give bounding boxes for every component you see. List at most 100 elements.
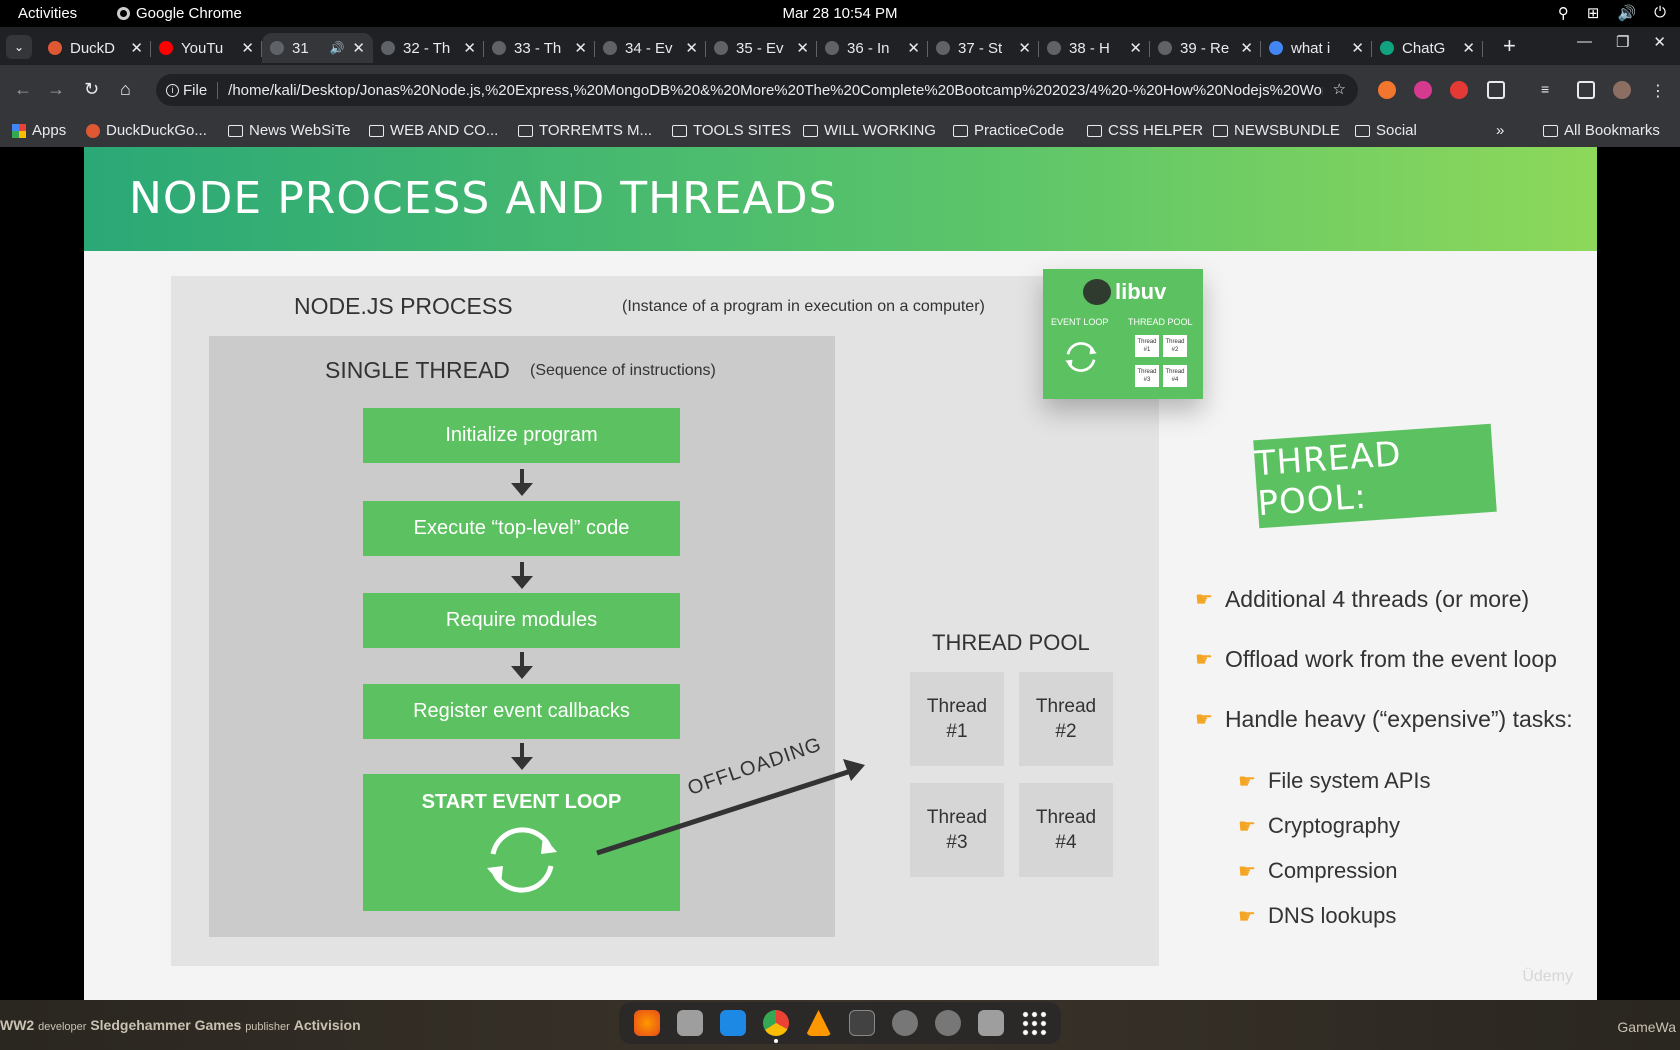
app-menu[interactable]: Google Chrome bbox=[117, 5, 242, 22]
close-tab-icon[interactable]: ✕ bbox=[1351, 39, 1364, 57]
volume-icon[interactable]: 🔊 bbox=[1617, 4, 1636, 22]
tab-title: 35 - Ev bbox=[736, 39, 784, 57]
bookmark-item[interactable]: TOOLS SITES bbox=[672, 122, 791, 139]
browser-tab[interactable]: 36 - In ✕ bbox=[817, 33, 928, 63]
bookmark-item[interactable]: WEB AND CO... bbox=[369, 122, 498, 139]
restore-button[interactable]: ❐ bbox=[1616, 33, 1629, 51]
tab-search-button[interactable]: ⌄ bbox=[6, 35, 32, 59]
app-menu-label: Google Chrome bbox=[136, 5, 242, 22]
tab-title: 33 - Th bbox=[514, 39, 562, 57]
app-grid-icon[interactable] bbox=[1020, 1010, 1047, 1036]
extension-icon-1[interactable] bbox=[1378, 81, 1396, 99]
terminal-icon[interactable] bbox=[848, 1010, 875, 1036]
thread-pool-title: THREAD POOL bbox=[932, 630, 1090, 655]
browser-tab[interactable]: 34 - Ev ✕ bbox=[595, 33, 706, 63]
minimize-button[interactable]: — bbox=[1577, 33, 1592, 51]
back-button[interactable]: ← bbox=[14, 79, 32, 100]
files-icon[interactable] bbox=[676, 1010, 703, 1036]
accessibility-icon[interactable]: ⚲ bbox=[1558, 4, 1569, 22]
bookmark-item[interactable]: Social bbox=[1355, 122, 1417, 139]
close-window-button[interactable]: ✕ bbox=[1653, 33, 1666, 51]
speaker-icon[interactable]: 🔊 bbox=[329, 41, 344, 55]
sub-bullet-1: ☛ File system APIs bbox=[1238, 768, 1431, 794]
profile-avatar[interactable] bbox=[1613, 81, 1631, 99]
bookmark-item[interactable]: PracticeCode bbox=[953, 122, 1064, 139]
browser-tab[interactable]: what i ✕ bbox=[1261, 33, 1372, 63]
browser-tab[interactable]: YouTu ✕ bbox=[151, 33, 262, 63]
extension-icon-2[interactable] bbox=[1414, 81, 1432, 99]
extension-icon-3[interactable] bbox=[1450, 81, 1468, 99]
bullet-2-text: Offload work from the event loop bbox=[1224, 646, 1557, 672]
pointing-hand-icon: ☛ bbox=[1238, 905, 1256, 928]
browser-tab[interactable]: 35 - Ev ✕ bbox=[706, 33, 817, 63]
chrome-icon[interactable] bbox=[762, 1010, 789, 1043]
close-tab-icon[interactable]: ✕ bbox=[1462, 39, 1475, 57]
close-tab-icon[interactable]: ✕ bbox=[685, 39, 698, 57]
more-bookmarks-button[interactable]: » bbox=[1496, 122, 1504, 139]
network-icon[interactable]: ⊞ bbox=[1587, 4, 1600, 22]
url-text[interactable]: /home/kali/Desktop/Jonas%20Node.js,%20Ex… bbox=[228, 82, 1323, 99]
wallpaper-caption: WW2 developer Sledgehammer Games publish… bbox=[0, 1017, 361, 1033]
bookmark-star-icon[interactable]: ☆ bbox=[1333, 80, 1346, 98]
browser-tab[interactable]: 39 - Re ✕ bbox=[1150, 33, 1261, 63]
reading-list-icon[interactable]: ≡ bbox=[1541, 81, 1559, 99]
vlc-icon[interactable] bbox=[805, 1010, 832, 1036]
browser-tab[interactable]: 32 - Th ✕ bbox=[373, 33, 484, 63]
activities-button[interactable]: Activities bbox=[18, 5, 77, 22]
close-tab-icon[interactable]: ✕ bbox=[907, 39, 920, 57]
browser-tab[interactable]: 38 - H ✕ bbox=[1039, 33, 1150, 63]
globe-icon bbox=[1047, 41, 1061, 55]
site-info-chip[interactable]: i File bbox=[166, 81, 219, 99]
apps-shortcut[interactable]: Apps bbox=[12, 122, 66, 139]
chevron-down-icon: ⌄ bbox=[13, 40, 25, 54]
close-tab-icon[interactable]: ✕ bbox=[352, 39, 365, 57]
clock[interactable]: Mar 28 10:54 PM bbox=[782, 5, 897, 22]
side-panel-icon[interactable] bbox=[1577, 81, 1595, 99]
power-icon[interactable]: ⏻ bbox=[1654, 4, 1666, 22]
wallpaper-text: developer bbox=[38, 1021, 87, 1033]
all-bookmarks[interactable]: All Bookmarks bbox=[1543, 122, 1660, 139]
browser-tab[interactable]: 37 - St ✕ bbox=[928, 33, 1039, 63]
home-button[interactable]: ⌂ bbox=[120, 79, 131, 100]
pointing-hand-icon: ☛ bbox=[1195, 709, 1213, 731]
close-tab-icon[interactable]: ✕ bbox=[463, 39, 476, 57]
forward-button[interactable]: → bbox=[47, 79, 65, 100]
vscode-icon[interactable] bbox=[719, 1010, 746, 1036]
bookmark-item[interactable]: NEWSBUNDLE bbox=[1213, 122, 1340, 139]
address-bar[interactable]: i File /home/kali/Desktop/Jonas%20Node.j… bbox=[156, 74, 1358, 106]
trash-icon[interactable] bbox=[977, 1010, 1004, 1036]
system-tray[interactable]: ⚲ ⊞ 🔊 ⏻ bbox=[1558, 4, 1666, 22]
close-tab-icon[interactable]: ✕ bbox=[1129, 39, 1142, 57]
bookmark-item[interactable]: WILL WORKING bbox=[803, 122, 936, 139]
bookmark-item[interactable]: CSS HELPER bbox=[1087, 122, 1203, 139]
apps-label: Apps bbox=[32, 122, 67, 139]
disk-icon[interactable] bbox=[891, 1010, 918, 1036]
page-content: NODE PROCESS AND THREADS NODE.JS PROCESS… bbox=[0, 147, 1680, 1000]
arrow-down-icon bbox=[511, 562, 533, 589]
bookmark-item[interactable]: DuckDuckGo... bbox=[86, 122, 207, 139]
bookmark-label: TORREMTS M... bbox=[539, 122, 653, 139]
browser-tab[interactable]: 31 🔊 ✕ bbox=[262, 33, 373, 63]
new-tab-button[interactable]: + bbox=[1503, 33, 1516, 59]
extensions-puzzle-icon[interactable] bbox=[1487, 81, 1505, 99]
close-tab-icon[interactable]: ✕ bbox=[796, 39, 809, 57]
close-tab-icon[interactable]: ✕ bbox=[241, 39, 254, 57]
disk-icon[interactable] bbox=[934, 1010, 961, 1036]
close-tab-icon[interactable]: ✕ bbox=[1240, 39, 1253, 57]
close-tab-icon[interactable]: ✕ bbox=[1018, 39, 1031, 57]
thread-2-box: Thread #2 bbox=[1019, 672, 1113, 766]
bookmark-label: WEB AND CO... bbox=[390, 122, 499, 139]
close-tab-icon[interactable]: ✕ bbox=[574, 39, 587, 57]
kebab-menu-icon[interactable]: ⋮ bbox=[1650, 81, 1668, 100]
browser-tab[interactable]: ChatG ✕ bbox=[1372, 33, 1483, 63]
close-tab-icon[interactable]: ✕ bbox=[130, 39, 143, 57]
browser-tab[interactable]: DuckD ✕ bbox=[40, 33, 151, 63]
bookmark-item[interactable]: News WebSiTe bbox=[228, 122, 350, 139]
browser-tab[interactable]: 33 - Th ✕ bbox=[484, 33, 595, 63]
reload-button[interactable]: ↻ bbox=[84, 79, 99, 100]
arrow-down-icon bbox=[511, 469, 533, 496]
firefox-icon[interactable] bbox=[633, 1010, 660, 1036]
process-title: NODE.JS PROCESS bbox=[294, 293, 513, 319]
bookmark-item[interactable]: TORREMTS M... bbox=[518, 122, 652, 139]
system-top-bar: Activities Google Chrome Mar 28 10:54 PM… bbox=[0, 0, 1680, 27]
